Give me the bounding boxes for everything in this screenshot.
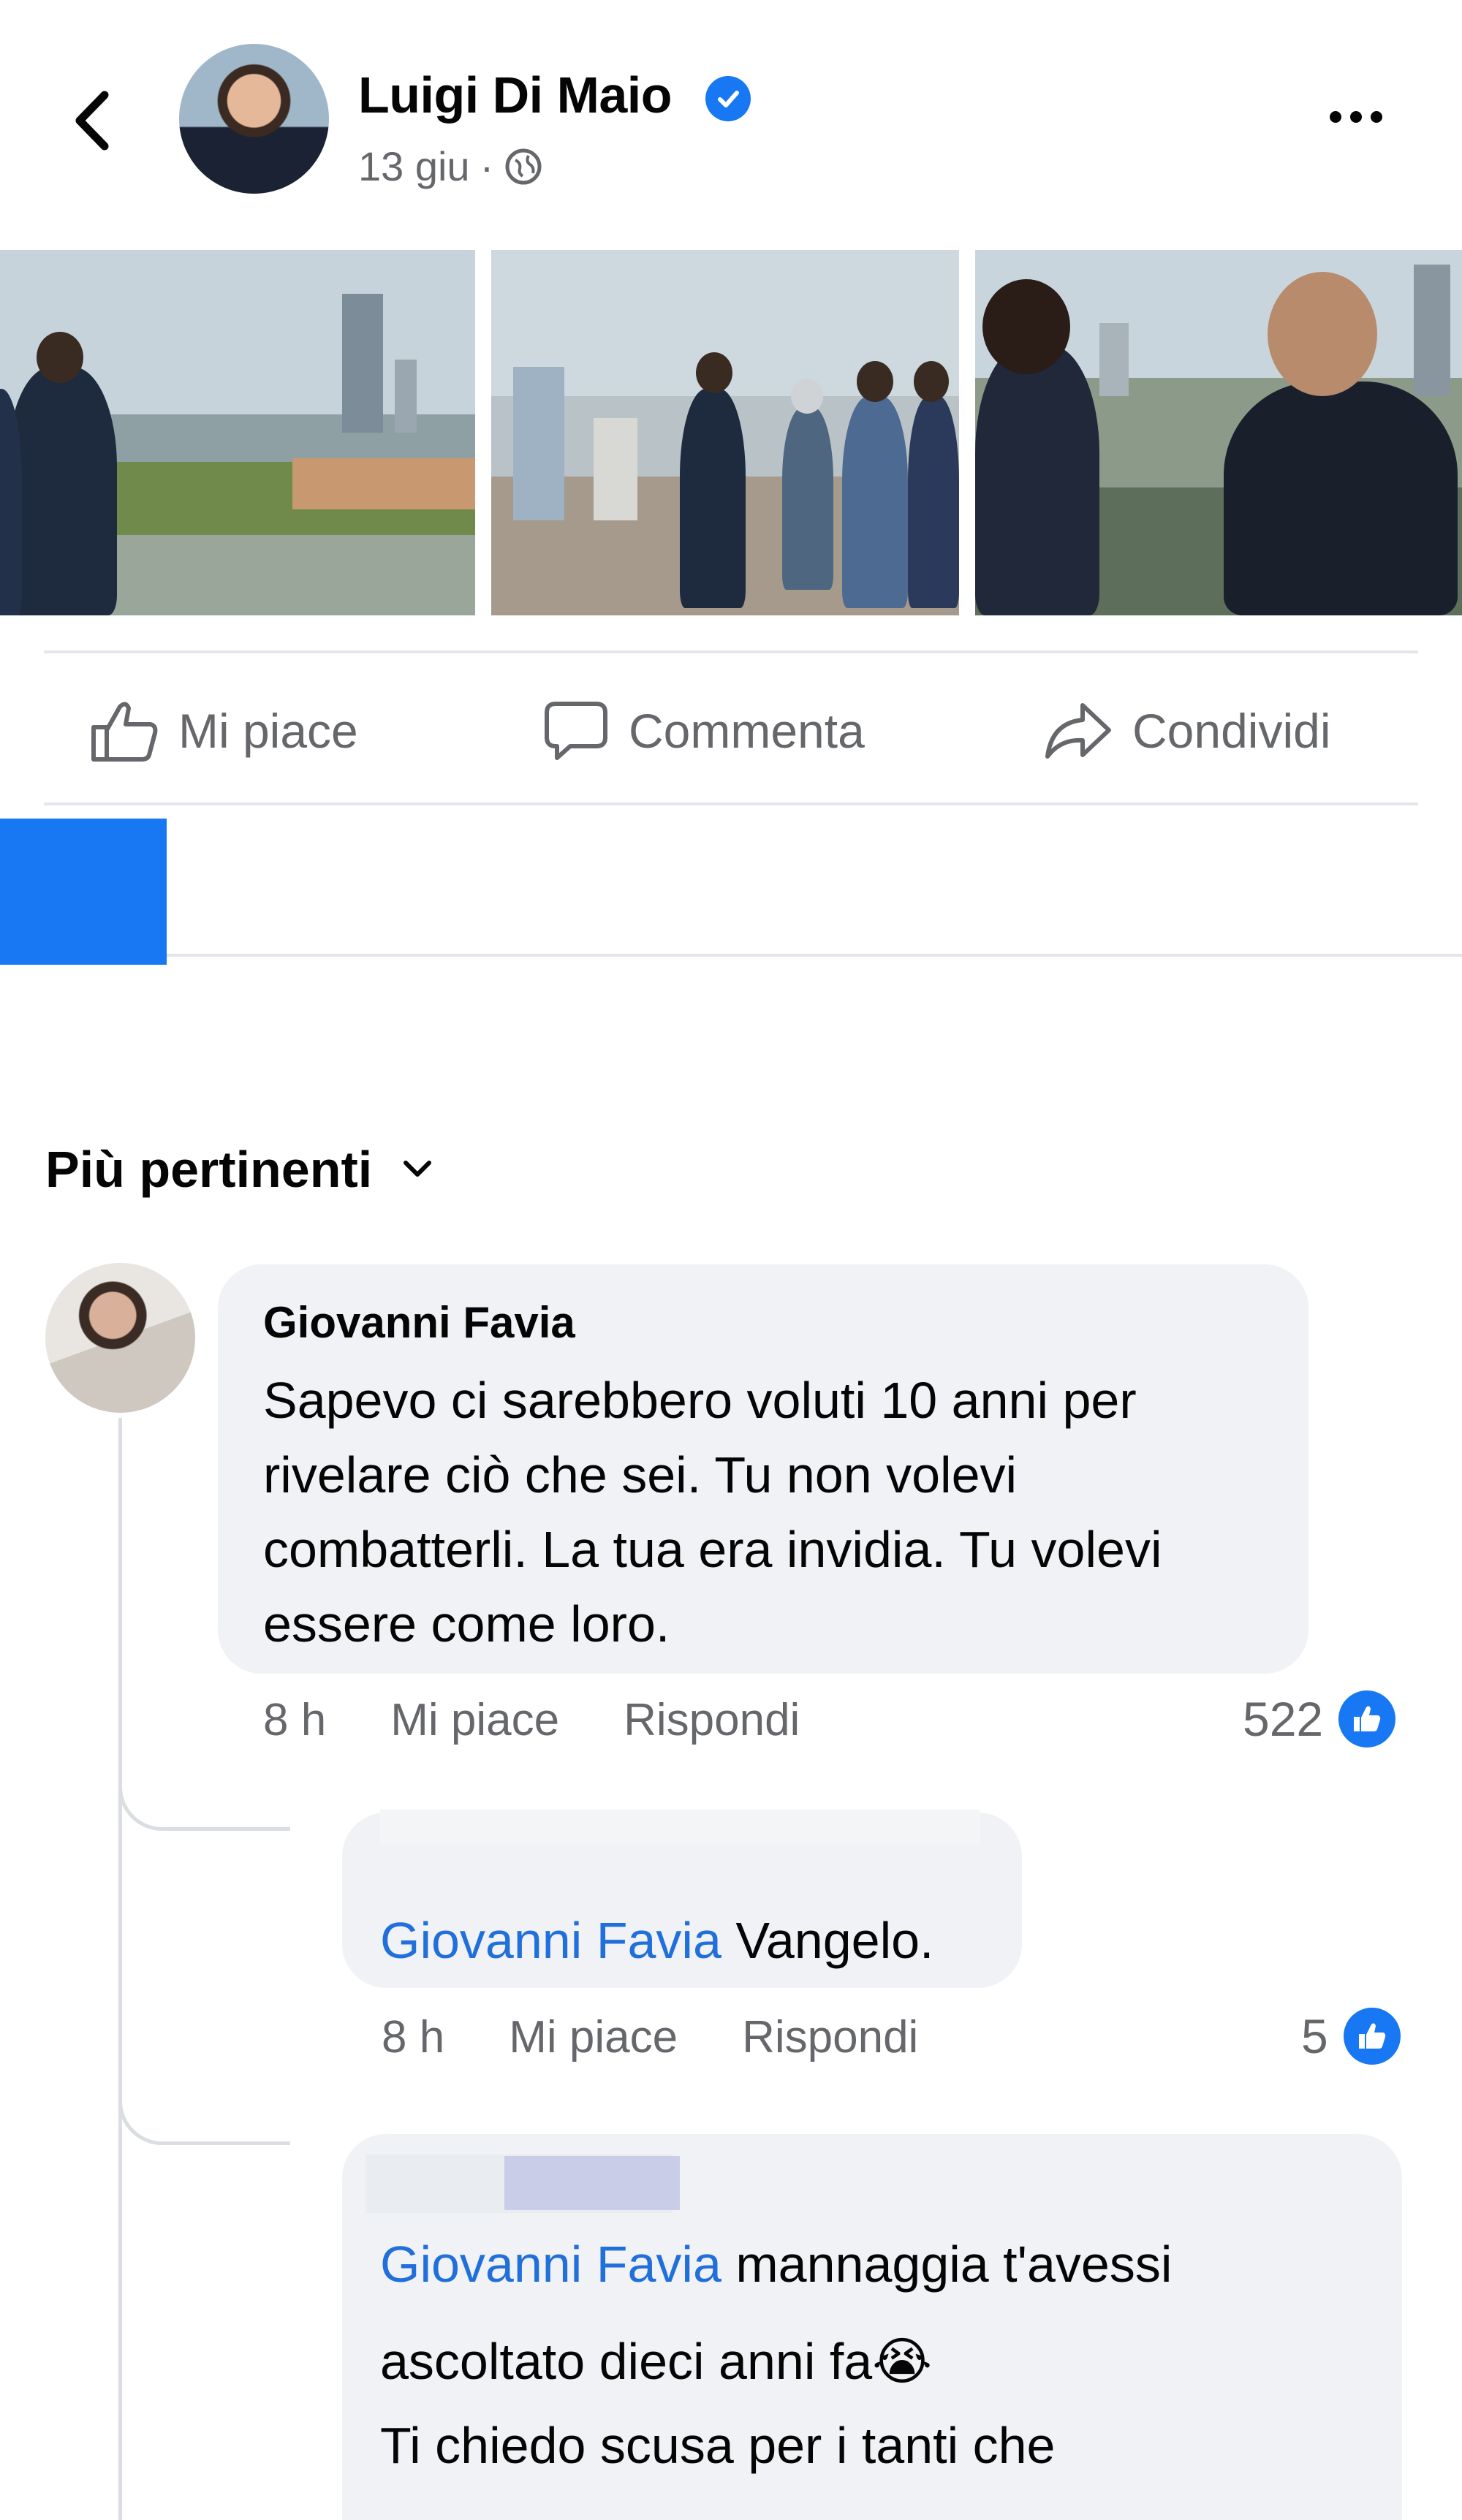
sort-label: Più pertinenti (45, 1141, 373, 1198)
divider (44, 802, 1418, 805)
post-photo-1[interactable] (0, 250, 475, 615)
reply-text-line: ascoltato dieci anni fa😭 (380, 2331, 932, 2391)
dot-icon (1350, 111, 1362, 123)
chevron-down-icon (404, 1161, 432, 1177)
like-label: Mi piace (178, 704, 358, 758)
reply-text-line: Giovanni Favia mannaggia t'avessi (380, 2235, 1172, 2293)
comment-meta: 8 h Mi piace Rispondi (263, 1694, 800, 1746)
comment-author[interactable]: Giovanni Favia (263, 1297, 575, 1348)
reply-like-button[interactable]: Mi piace (509, 2011, 678, 2063)
comments-sort-dropdown[interactable]: Più pertinenti (45, 1140, 433, 1199)
dot-icon (1371, 111, 1382, 123)
reply-reply-button[interactable]: Rispondi (742, 2011, 918, 2063)
reply-body-line-1: mannaggia t'avessi (735, 2236, 1173, 2293)
reply-text: Giovanni Favia Vangelo. (380, 1911, 934, 1970)
reply-body-line-2: ascoltato dieci anni fa (380, 2333, 873, 2390)
chevron-left-icon (75, 91, 109, 151)
redacted-name (504, 2156, 680, 2210)
author-avatar[interactable] (179, 44, 329, 194)
reaction-count[interactable]: 522 (1243, 1687, 1400, 1751)
reply-body: Vangelo. (735, 1912, 934, 1969)
thread-line (118, 1418, 122, 2520)
thread-connector (118, 2098, 290, 2145)
back-button[interactable] (51, 80, 132, 161)
thumbs-up-icon (91, 702, 158, 762)
redacted-name (380, 1810, 980, 1845)
post-meta: 13 giu · (358, 143, 543, 190)
comment-label: Commenta (629, 704, 865, 758)
redacted-block (0, 819, 167, 965)
commenter-avatar[interactable] (45, 1263, 195, 1413)
post-photo-3[interactable] (975, 250, 1462, 615)
dot-icon (1330, 111, 1341, 123)
comment-text: Sapevo ci sarebbero voluti 10 anni per r… (263, 1372, 1162, 1652)
divider (44, 650, 1418, 653)
share-button[interactable]: Condividi (1042, 698, 1330, 764)
comment-time: 8 h (263, 1695, 327, 1745)
comment-button[interactable]: Commenta (541, 698, 865, 764)
reply-text-line: Ti chiedo scusa per i tanti che (380, 2416, 1055, 2475)
reaction-number: 5 (1301, 2009, 1328, 2063)
post-author-name[interactable]: Luigi Di Maio (358, 66, 673, 124)
share-label: Condividi (1132, 704, 1331, 758)
like-reaction-icon (1339, 2004, 1404, 2068)
like-button[interactable]: Mi piace (88, 698, 358, 764)
more-options-button[interactable] (1316, 88, 1396, 146)
crying-face-icon: 😭 (872, 2333, 932, 2390)
comment-icon (545, 702, 607, 760)
reply-mention[interactable]: Giovanni Favia (380, 1912, 721, 1969)
reply-reaction-count[interactable]: 5 (1301, 2004, 1404, 2068)
globe-icon (505, 148, 542, 184)
comment-reply-button[interactable]: Rispondi (624, 1694, 800, 1746)
reply-body-line-3: Ti chiedo scusa per i tanti che (380, 2417, 1056, 2474)
verified-badge-icon (705, 76, 751, 121)
thread-connector (118, 1783, 290, 1831)
reaction-number: 522 (1243, 1692, 1324, 1746)
reply-mention[interactable]: Giovanni Favia (380, 2236, 721, 2293)
like-reaction-icon (1335, 1687, 1400, 1751)
share-icon (1045, 703, 1111, 759)
divider (167, 954, 1462, 957)
post-photo-2[interactable] (491, 250, 959, 615)
reply-time: 8 h (382, 2012, 445, 2062)
post-date[interactable]: 13 giu (358, 143, 470, 190)
meta-separator: · (480, 143, 494, 189)
reply-meta: 8 h Mi piace Rispondi (382, 2011, 918, 2063)
comment-like-button[interactable]: Mi piace (390, 1694, 559, 1746)
